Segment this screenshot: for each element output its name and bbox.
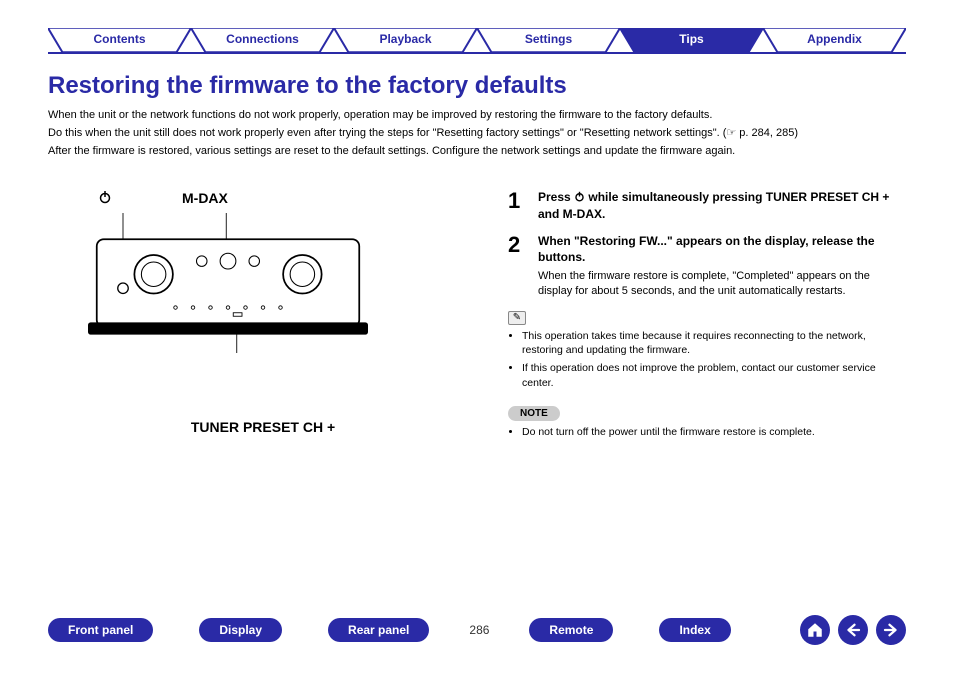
label-mdax: M-DAX <box>182 190 228 207</box>
tab-settings[interactable]: Settings <box>477 28 620 52</box>
nav-display[interactable]: Display <box>199 618 282 642</box>
tab-label: Contents <box>94 32 146 46</box>
tab-tips[interactable]: Tips <box>620 28 763 52</box>
arrow-right-icon <box>882 621 900 639</box>
tip-bullet: This operation takes time because it req… <box>522 329 906 357</box>
tip-bullets: This operation takes time because it req… <box>508 329 906 390</box>
tab-label: Tips <box>679 32 703 46</box>
intro-text: When the unit or the network functions d… <box>48 108 906 162</box>
power-icon <box>574 191 585 207</box>
nav-index[interactable]: Index <box>659 618 730 642</box>
nav-rear-panel[interactable]: Rear panel <box>328 618 429 642</box>
home-icon <box>806 621 824 639</box>
nav-front-panel[interactable]: Front panel <box>48 618 153 642</box>
receiver-illustration-icon <box>48 213 408 353</box>
page-number: 286 <box>469 623 489 637</box>
tab-label: Settings <box>525 32 572 46</box>
step-2-sub: When the firmware restore is complete, "… <box>538 269 906 299</box>
step-1-title: Press while simultaneously pressing TUNE… <box>538 190 906 222</box>
power-icon <box>98 190 112 207</box>
intro-p1: When the unit or the network functions d… <box>48 108 906 123</box>
step-2-title: When "Restoring FW..." appears on the di… <box>538 234 906 265</box>
intro-p3: After the firmware is restored, various … <box>48 144 906 159</box>
next-page-button[interactable] <box>876 615 906 645</box>
tab-connections[interactable]: Connections <box>191 28 334 52</box>
tab-appendix[interactable]: Appendix <box>763 28 906 52</box>
tab-playback[interactable]: Playback <box>334 28 477 52</box>
intro-p2: Do this when the unit still does not wor… <box>48 126 906 141</box>
main-content: M-DAX <box>48 190 906 443</box>
note-bullets: Do not turn off the power until the firm… <box>508 425 906 439</box>
tab-label: Appendix <box>807 32 862 46</box>
label-tuner-preset: TUNER PRESET CH + <box>48 419 478 435</box>
note-label: NOTE <box>508 406 560 421</box>
arrow-left-icon <box>844 621 862 639</box>
tip-bullet: If this operation does not improve the p… <box>522 361 906 389</box>
top-nav: Contents Connections Playback Settings T… <box>48 28 906 54</box>
step-2: 2 When "Restoring FW..." appears on the … <box>508 234 906 299</box>
page-title: Restoring the firmware to the factory de… <box>48 72 567 100</box>
step-number: 1 <box>508 190 526 222</box>
step-number: 2 <box>508 234 526 299</box>
nav-remote[interactable]: Remote <box>529 618 613 642</box>
diagram-column: M-DAX <box>48 190 478 443</box>
home-button[interactable] <box>800 615 830 645</box>
note-bullet: Do not turn off the power until the firm… <box>522 425 906 439</box>
prev-page-button[interactable] <box>838 615 868 645</box>
pencil-note-icon: ✎ <box>508 311 526 325</box>
tab-contents[interactable]: Contents <box>48 28 191 52</box>
device-diagram <box>48 213 478 383</box>
steps-column: 1 Press while simultaneously pressing TU… <box>508 190 906 443</box>
bottom-nav: Front panel Display Rear panel 286 Remot… <box>48 615 906 645</box>
tab-label: Connections <box>226 32 299 46</box>
tab-label: Playback <box>379 32 431 46</box>
step-1: 1 Press while simultaneously pressing TU… <box>508 190 906 222</box>
